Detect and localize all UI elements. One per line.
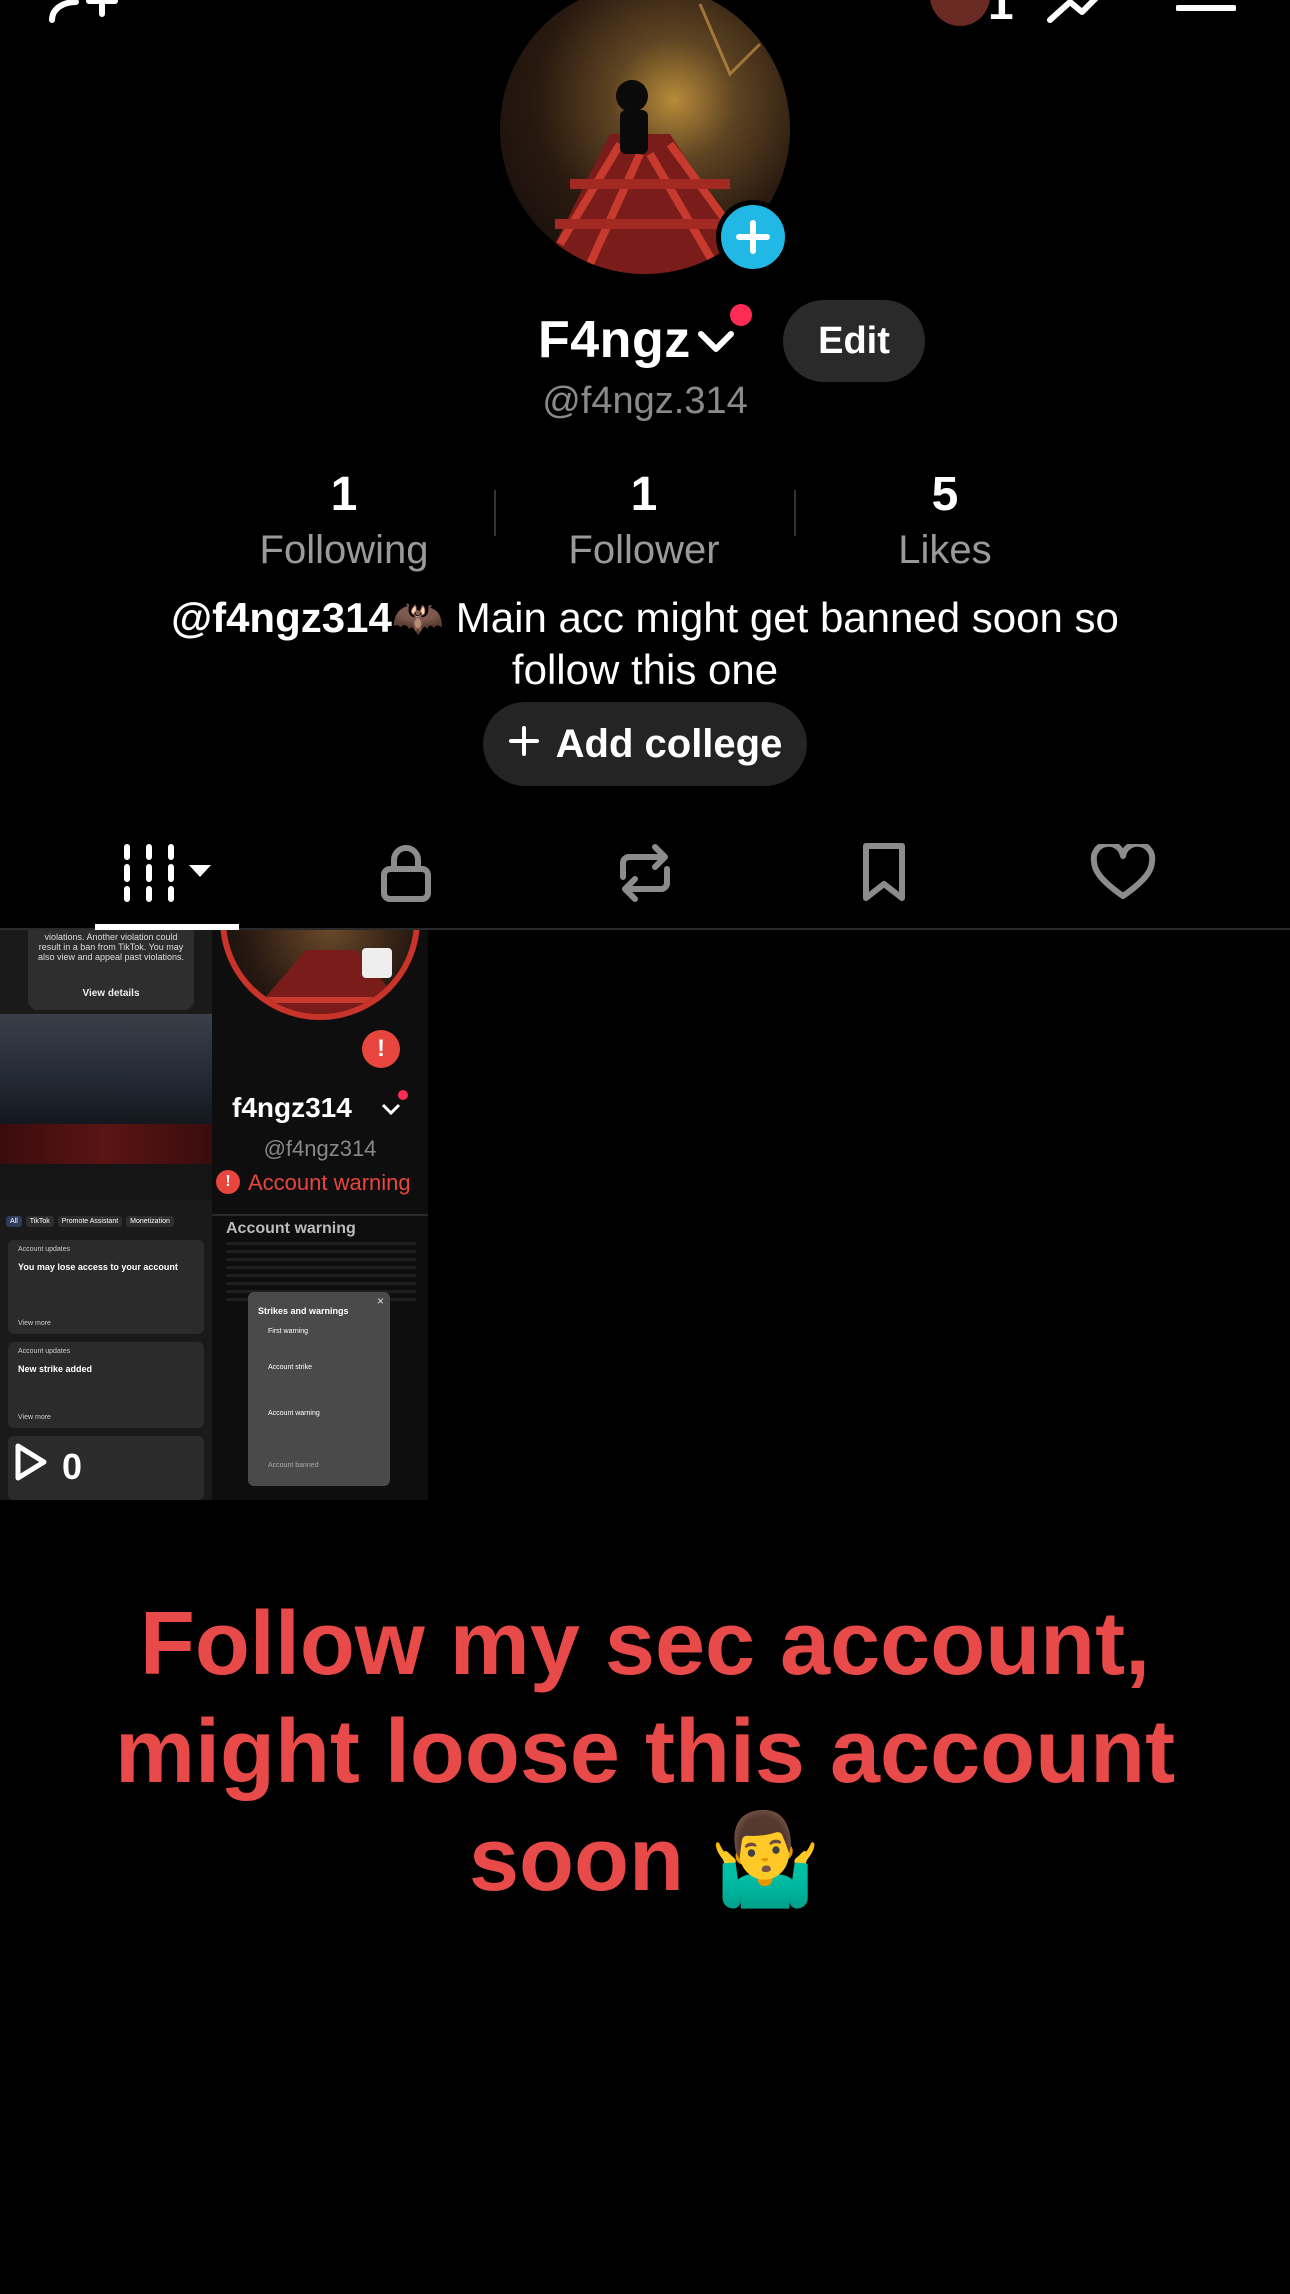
promo-line-3: soon 🤷‍♂️ <box>468 1810 822 1910</box>
profile-bio: @f4ngz314🦇 Main acc might get banned soo… <box>0 592 1290 696</box>
popup-item-3: Account warning <box>268 1410 320 1417</box>
thumb-strikes-popup: × Strikes and warnings First warning Acc… <box>248 1292 390 1486</box>
thumb-section-title: Account warning <box>226 1220 356 1237</box>
card2-title: New strike added <box>18 1364 93 1374</box>
display-name: F4ngz <box>538 311 691 369</box>
likes-label: Likes <box>898 528 992 572</box>
repost-icon <box>613 843 677 908</box>
lock-icon <box>379 843 433 908</box>
thumb-warning-icon: ! <box>216 1170 240 1194</box>
add-story-button[interactable] <box>716 200 790 274</box>
add-college-label: Add college <box>555 721 783 766</box>
card2-tag: Account updates <box>18 1348 71 1355</box>
chip-promote: Promote Assistant <box>57 1216 123 1227</box>
thumb-card-1: Account updates You may lose access to y… <box>8 1240 204 1334</box>
thumb-username: f4ngz314 <box>232 1092 352 1123</box>
stat-following[interactable]: 1 Following <box>194 465 494 575</box>
small-avatar[interactable] <box>930 0 990 26</box>
add-college-button[interactable]: Add college <box>483 702 807 786</box>
video-thumbnail[interactable]: violations. Another violation could resu… <box>0 930 428 1500</box>
following-label: Following <box>259 528 429 572</box>
bat-emoji: 🦇 <box>391 594 445 641</box>
stat-likes[interactable]: 5 Likes <box>795 465 1095 575</box>
thumb-chevron-icon <box>380 1102 402 1123</box>
thumb-divider <box>212 1214 428 1216</box>
grid-icon <box>119 843 215 908</box>
following-count: 1 <box>330 468 358 521</box>
view-count-value: 0 <box>62 1445 83 1487</box>
add-friend-icon[interactable] <box>46 0 126 30</box>
view-details-text: View details <box>82 988 140 999</box>
chevron-down-icon[interactable] <box>696 328 736 361</box>
promo-line-2: might loose this account <box>114 1702 1176 1802</box>
heart-icon <box>1090 840 1156 907</box>
thumb-photo-grid <box>0 1014 212 1124</box>
thumb-warning-badge: ! <box>362 1030 400 1068</box>
bio-line-1: @f4ngz314🦇 Main acc might get banned soo… <box>0 592 1290 644</box>
stat-followers[interactable]: 1 Follower <box>494 465 794 575</box>
play-icon <box>12 1442 48 1491</box>
card1-title: You may lose access to your account <box>18 1262 178 1272</box>
thumb-top-text: violations. Another violation could resu… <box>37 932 185 962</box>
analytics-icon[interactable] <box>1046 0 1116 30</box>
card1-tag: Account updates <box>18 1246 71 1253</box>
thumb-handle: @f4ngz314 <box>263 1136 377 1161</box>
plus-icon <box>508 722 540 767</box>
follower-label: Follower <box>568 528 720 572</box>
tab-private[interactable] <box>286 820 526 930</box>
chip-monetization: Monetization <box>126 1216 174 1227</box>
bio-mention[interactable]: @f4ngz314 <box>171 594 392 641</box>
menu-icon[interactable] <box>1176 0 1236 30</box>
card2-view-more: View more <box>18 1414 51 1421</box>
thumb-nav-bar <box>0 1164 212 1200</box>
view-count: 0 <box>12 1442 82 1491</box>
thumb-chips: All TikTok Promote Assistant Monetizatio… <box>6 1216 174 1227</box>
profile-tabs <box>0 820 1290 930</box>
bookmark-icon <box>860 842 908 909</box>
notification-count: 1 <box>988 0 1014 29</box>
edit-profile-button[interactable]: Edit <box>783 300 925 382</box>
thumb-right-panel: ! f4ngz314 @f4ngz314 ! Account warning A… <box>212 930 428 1500</box>
thumb-left-panel: violations. Another violation could resu… <box>0 930 212 1500</box>
thumb-warning-text: Account warning <box>248 1170 411 1195</box>
card1-view-more: View more <box>18 1320 51 1327</box>
popup-item-4: Account banned <box>268 1462 319 1469</box>
tab-favorites[interactable] <box>764 820 1004 930</box>
popup-title: Strikes and warnings <box>258 1306 349 1316</box>
thumb-sticker <box>362 948 392 978</box>
promo-line-1: Follow my sec account, <box>139 1594 1151 1694</box>
tab-liked[interactable] <box>1003 820 1243 930</box>
bio-text-1: Main acc might get banned soon so <box>455 594 1119 641</box>
tab-reposts[interactable] <box>525 820 765 930</box>
notification-dot <box>730 304 752 326</box>
thumb-red-band <box>0 1124 212 1164</box>
chip-all: All <box>6 1216 22 1227</box>
popup-item-2: Account strike <box>268 1364 312 1371</box>
popup-item-1: First warning <box>268 1328 309 1335</box>
profile-handle: @f4ngz.314 <box>542 380 748 422</box>
chip-tiktok: TikTok <box>25 1216 54 1227</box>
thumb-card-2: Account updates New strike added View mo… <box>8 1342 204 1428</box>
promo-text: Follow my sec account, might loose this … <box>0 1590 1290 1914</box>
tab-videos[interactable] <box>47 820 287 930</box>
likes-count: 5 <box>931 468 959 521</box>
follower-count: 1 <box>630 468 658 521</box>
popup-close-icon: × <box>376 1294 384 1308</box>
bio-text-2: follow this one <box>511 646 779 693</box>
thumb-red-dot <box>398 1090 408 1100</box>
